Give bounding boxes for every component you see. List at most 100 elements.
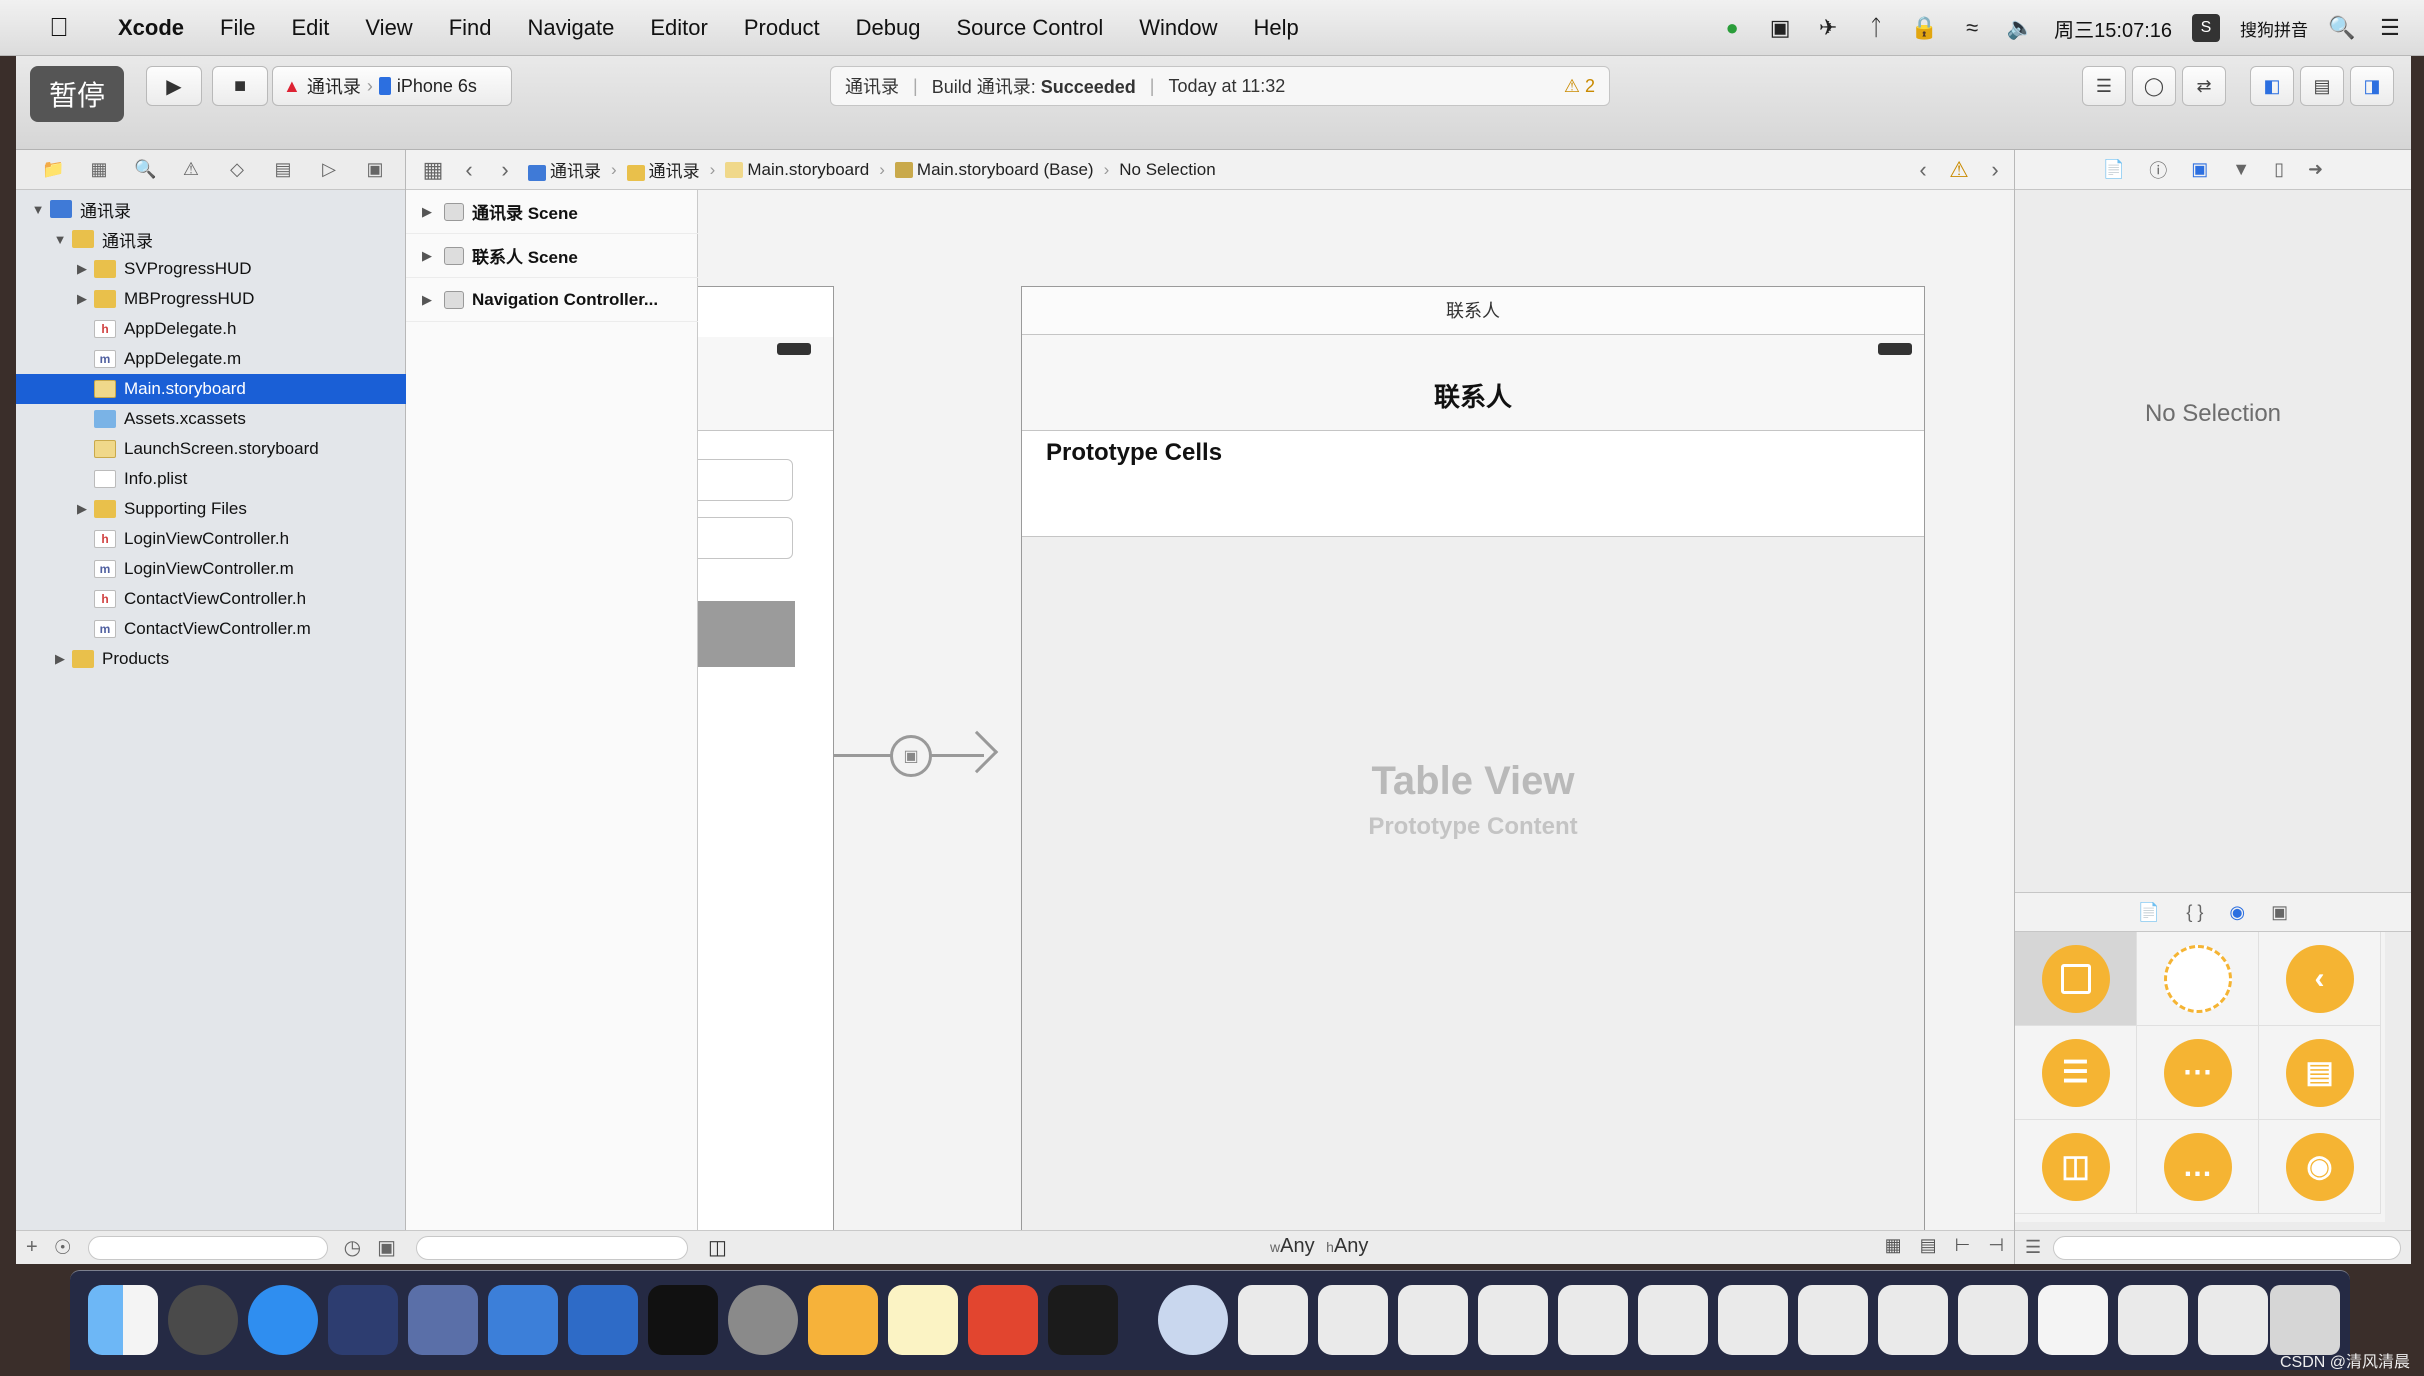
- filter-field[interactable]: [87, 1235, 328, 1260]
- menu-view[interactable]: View: [347, 15, 430, 41]
- file-tree-item[interactable]: LaunchScreen.storyboard: [16, 434, 406, 464]
- minimized-window-7[interactable]: [1718, 1285, 1788, 1355]
- crumb-storyboard-base[interactable]: Main.storyboard (Base): [894, 160, 1094, 180]
- version-editor-icon[interactable]: ⇄: [2182, 66, 2226, 106]
- file-tree-item[interactable]: ▶ SVProgressHUD: [16, 254, 406, 284]
- library-item-page-view-controller[interactable]: …: [2137, 1120, 2259, 1214]
- menu-product[interactable]: Product: [726, 15, 838, 41]
- crumb-project[interactable]: 通讯录: [528, 157, 601, 182]
- library-item-table-view-controller[interactable]: ☰: [2015, 1026, 2137, 1120]
- file-template-icon[interactable]: 📄: [2138, 902, 2160, 923]
- menu-edit[interactable]: Edit: [273, 15, 347, 41]
- disclosure-triangle-icon[interactable]: ▶: [74, 501, 90, 517]
- minimized-window-9[interactable]: [1878, 1285, 1948, 1355]
- file-tree-item[interactable]: h ContactViewController.h: [16, 584, 406, 614]
- system-preferences-icon[interactable]: [728, 1285, 798, 1355]
- minimized-window-5[interactable]: [1558, 1285, 1628, 1355]
- wifi-icon[interactable]: ≈: [1958, 14, 1986, 42]
- password-field[interactable]: [698, 517, 793, 559]
- file-tree-item[interactable]: Assets.xcassets: [16, 404, 406, 434]
- warning-icon[interactable]: ⚠: [1946, 157, 1972, 183]
- minimized-window-3[interactable]: [1398, 1285, 1468, 1355]
- volume-icon[interactable]: 🔈: [2006, 14, 2034, 42]
- disclosure-triangle-icon[interactable]: ▶: [416, 248, 438, 264]
- minimized-window-6[interactable]: [1638, 1285, 1708, 1355]
- search-tab-icon[interactable]: 🔍: [134, 159, 156, 180]
- file-tree-item[interactable]: ▼ 通讯录: [16, 194, 406, 224]
- bluetooth-icon[interactable]: ᛏ: [1862, 14, 1890, 42]
- library-item-view-controller[interactable]: [2015, 932, 2137, 1026]
- crumb-storyboard[interactable]: Main.storyboard: [725, 160, 869, 180]
- source-control-filter-icon[interactable]: ▣: [377, 1235, 396, 1260]
- crumb-group[interactable]: 通讯录: [626, 157, 700, 182]
- quicktime-icon[interactable]: [1158, 1285, 1228, 1355]
- activity-viewer[interactable]: 通讯录 | Build 通讯录: Succeeded | Today at 11…: [830, 66, 1610, 106]
- mouse-app-icon[interactable]: [328, 1285, 398, 1355]
- table-view[interactable]: Table View Prototype Content: [1022, 537, 1924, 1230]
- lock-icon[interactable]: 🔒: [1910, 14, 1938, 42]
- library-item-tab-bar-controller[interactable]: ▤: [2259, 1026, 2381, 1120]
- list-view-icon[interactable]: ☰: [2025, 1237, 2041, 1258]
- menu-navigate[interactable]: Navigate: [510, 15, 633, 41]
- minimized-window-2[interactable]: [1318, 1285, 1388, 1355]
- run-button[interactable]: ▶: [146, 66, 202, 106]
- screen-record-icon[interactable]: ▣: [1766, 14, 1794, 42]
- file-tree-item[interactable]: h AppDelegate.h: [16, 314, 406, 344]
- disclosure-triangle-icon[interactable]: ▼: [52, 232, 68, 247]
- outline-filter-field[interactable]: [416, 1235, 688, 1260]
- align-icon[interactable]: ▤: [1920, 1235, 1937, 1256]
- menu-find[interactable]: Find: [431, 15, 510, 41]
- disclosure-triangle-icon[interactable]: ▶: [416, 204, 438, 220]
- menu-app[interactable]: Xcode: [100, 15, 202, 41]
- notification-center-icon[interactable]: ☰: [2376, 14, 2404, 42]
- login-button[interactable]: [698, 601, 795, 667]
- code-snippet-icon[interactable]: { }: [2186, 902, 2203, 923]
- instruments-icon[interactable]: [568, 1285, 638, 1355]
- xcode-icon[interactable]: [488, 1285, 558, 1355]
- outline-scene-1[interactable]: ▶ 通讯录 Scene: [406, 190, 698, 234]
- pin-icon[interactable]: ⊢: [1955, 1235, 1971, 1256]
- back-arrow-icon[interactable]: ‹: [456, 157, 482, 183]
- minimized-window-4[interactable]: [1478, 1285, 1548, 1355]
- sketch-icon[interactable]: [808, 1285, 878, 1355]
- forward-arrow-icon[interactable]: ›: [492, 157, 518, 183]
- debug-tab-icon[interactable]: ▤: [272, 159, 294, 180]
- menu-help[interactable]: Help: [1236, 15, 1317, 41]
- breakpoint-tab-icon[interactable]: ▷: [318, 159, 340, 180]
- menu-file[interactable]: File: [202, 15, 273, 41]
- add-icon[interactable]: +: [26, 1236, 38, 1259]
- finder-icon[interactable]: [88, 1285, 158, 1355]
- warning-badge[interactable]: ⚠ 2: [1564, 76, 1595, 97]
- input-method-icon[interactable]: S: [2192, 14, 2220, 42]
- stop-button[interactable]: ■: [212, 66, 268, 106]
- file-tree-item[interactable]: ▶ Supporting Files: [16, 494, 406, 524]
- media-library-icon[interactable]: ▣: [2271, 902, 2288, 923]
- minimized-window-8[interactable]: [1798, 1285, 1868, 1355]
- toggle-outline-icon[interactable]: ◫: [708, 1235, 727, 1260]
- previous-issue-icon[interactable]: ‹: [1910, 157, 1936, 183]
- airplane-icon[interactable]: ✈: [1814, 14, 1842, 42]
- spotlight-icon[interactable]: 🔍: [2328, 14, 2356, 42]
- file-tree-item[interactable]: Info.plist: [16, 464, 406, 494]
- contacts-nav-bar[interactable]: 联系人: [1022, 335, 1924, 431]
- menu-debug[interactable]: Debug: [838, 15, 939, 41]
- attributes-inspector-icon[interactable]: ▼: [2232, 159, 2250, 180]
- size-class-selector[interactable]: wAny hAny: [1270, 1235, 1368, 1258]
- presenter-icon[interactable]: [968, 1285, 1038, 1355]
- minimized-window-10[interactable]: [1958, 1285, 2028, 1355]
- disclosure-triangle-icon[interactable]: ▶: [416, 292, 438, 308]
- file-inspector-icon[interactable]: 📄: [2103, 159, 2125, 180]
- quick-help-icon[interactable]: ⓘ: [2149, 157, 2167, 183]
- safari-icon[interactable]: [248, 1285, 318, 1355]
- size-inspector-icon[interactable]: ▯: [2274, 159, 2284, 180]
- input-method-label[interactable]: 搜狗拼音: [2240, 16, 2308, 41]
- notes-icon[interactable]: [888, 1285, 958, 1355]
- connections-inspector-icon[interactable]: ➜: [2308, 159, 2323, 180]
- login-scene[interactable]: [698, 286, 834, 1230]
- resolve-issues-icon[interactable]: ⊣: [1988, 1235, 2004, 1256]
- library-item-storyboard-reference[interactable]: [2137, 932, 2259, 1026]
- record-icon[interactable]: ●: [1718, 14, 1746, 42]
- standard-editor-icon[interactable]: ☰: [2082, 66, 2126, 106]
- object-library-icon[interactable]: ◉: [2229, 902, 2245, 923]
- minimized-window-13[interactable]: [2198, 1285, 2268, 1355]
